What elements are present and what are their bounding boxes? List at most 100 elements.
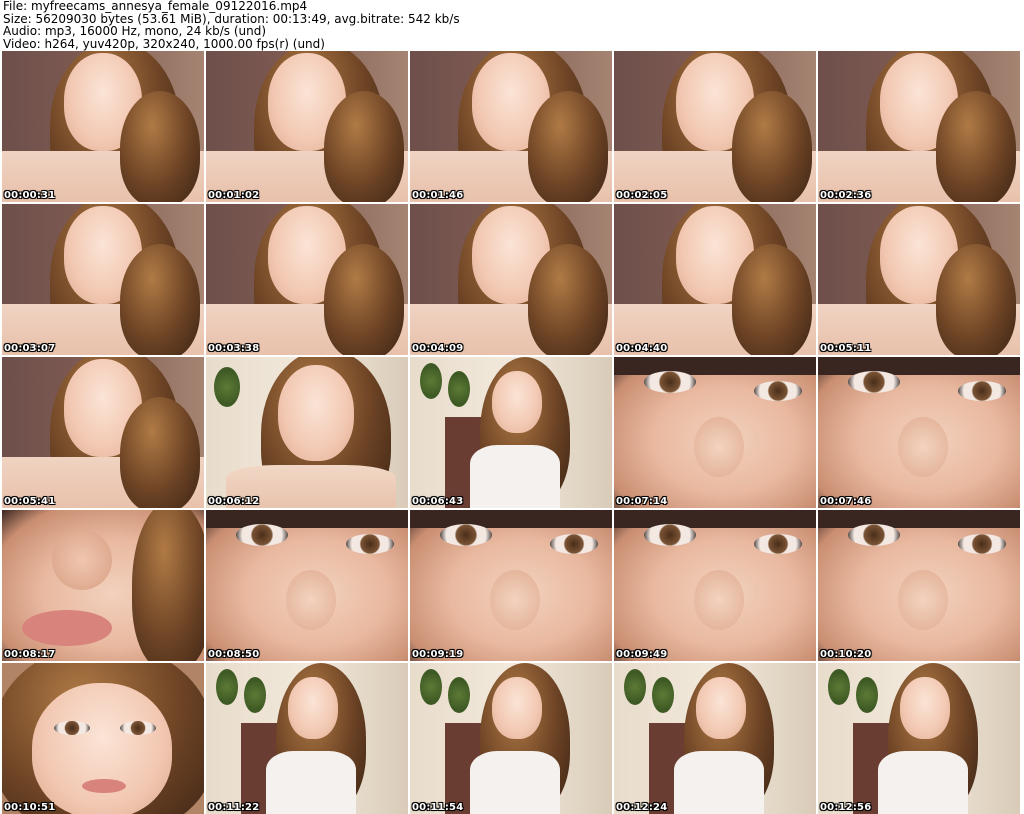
thumbnail-image-part bbox=[288, 677, 338, 739]
video-thumbnail: 00:01:02 bbox=[206, 51, 408, 202]
thumbnail-timestamp: 00:08:50 bbox=[208, 649, 260, 660]
file-name-line: File: myfreecams_annesya_female_09122016… bbox=[3, 0, 308, 13]
thumbnail-timestamp: 00:09:19 bbox=[412, 649, 464, 660]
thumbnail-grid: 00:00:31 00:01:02 00:01:46 00:02:05 00:0… bbox=[2, 51, 1020, 814]
thumbnail-image-part bbox=[440, 524, 492, 546]
thumbnail-timestamp: 00:04:09 bbox=[412, 343, 464, 354]
thumbnail-image-part bbox=[492, 371, 542, 433]
video-thumbnail: 00:02:05 bbox=[614, 51, 816, 202]
thumbnail-timestamp: 00:06:43 bbox=[412, 496, 464, 507]
file-info-header: File: myfreecams_annesya_female_09122016… bbox=[3, 0, 1021, 50]
video-thumbnail: 00:06:12 bbox=[206, 357, 408, 508]
thumbnail-image-part bbox=[828, 669, 850, 705]
thumbnail-image-part bbox=[420, 363, 442, 399]
thumbnail-timestamp: 00:10:51 bbox=[4, 802, 56, 813]
thumbnail-image-part bbox=[732, 91, 812, 202]
video-thumbnail: 00:08:50 bbox=[206, 510, 408, 661]
thumbnail-timestamp: 00:11:22 bbox=[208, 802, 260, 813]
thumbnail-image-part bbox=[448, 371, 470, 407]
thumbnail-image-part bbox=[652, 677, 674, 713]
thumbnail-image-part bbox=[936, 244, 1016, 355]
video-thumbnail: 00:11:54 bbox=[410, 663, 612, 814]
thumbnail-image-part bbox=[32, 683, 172, 814]
thumbnail-image-part bbox=[856, 677, 878, 713]
thumbnail-image-part bbox=[346, 534, 394, 554]
thumbnail-image-part bbox=[644, 371, 696, 393]
video-info-line: Video: h264, yuv420p, 320x240, 1000.00 f… bbox=[3, 36, 325, 51]
video-thumbnail: 00:09:19 bbox=[410, 510, 612, 661]
thumbnail-image-part bbox=[900, 677, 950, 739]
video-thumbnail: 00:04:09 bbox=[410, 204, 612, 355]
thumbnail-image-part bbox=[214, 367, 240, 407]
video-thumbnail: 00:00:31 bbox=[2, 51, 204, 202]
thumbnail-image-part bbox=[614, 510, 816, 528]
audio-info-line: Audio: mp3, 16000 Hz, mono, 24 kb/s (und… bbox=[3, 24, 267, 38]
thumbnail-image-part bbox=[206, 510, 408, 528]
video-thumbnail: 00:02:36 bbox=[818, 51, 1020, 202]
thumbnail-image-part bbox=[528, 244, 608, 355]
video-thumbnail: 00:09:49 bbox=[614, 510, 816, 661]
thumbnail-timestamp: 00:12:24 bbox=[616, 802, 668, 813]
thumbnail-image-part bbox=[694, 417, 744, 477]
thumbnail-timestamp: 00:02:05 bbox=[616, 190, 668, 201]
thumbnail-image-part bbox=[696, 677, 746, 739]
thumbnail-image-part bbox=[732, 244, 812, 355]
thumbnail-timestamp: 00:01:46 bbox=[412, 190, 464, 201]
thumbnail-image-part bbox=[52, 530, 112, 590]
thumbnail-timestamp: 00:07:14 bbox=[616, 496, 668, 507]
thumbnail-timestamp: 00:02:36 bbox=[820, 190, 872, 201]
thumbnail-image-part bbox=[878, 751, 968, 814]
video-thumbnail: 00:07:14 bbox=[614, 357, 816, 508]
thumbnail-image-part bbox=[694, 570, 744, 630]
thumbnail-image-part bbox=[324, 244, 404, 355]
thumbnail-image-part bbox=[448, 677, 470, 713]
thumbnail-timestamp: 00:06:12 bbox=[208, 496, 260, 507]
thumbnail-image-part bbox=[266, 751, 356, 814]
video-thumbnail: 00:08:17 bbox=[2, 510, 204, 661]
thumbnail-image-part bbox=[470, 751, 560, 814]
thumbnail-image-part bbox=[54, 721, 90, 735]
thumbnail-timestamp: 00:08:17 bbox=[4, 649, 56, 660]
thumbnail-timestamp: 00:12:56 bbox=[820, 802, 872, 813]
thumbnail-image-part bbox=[120, 721, 156, 735]
thumbnail-image-part bbox=[244, 677, 266, 713]
thumbnail-timestamp: 00:04:40 bbox=[616, 343, 668, 354]
video-thumbnail: 00:05:41 bbox=[2, 357, 204, 508]
thumbnail-timestamp: 00:03:38 bbox=[208, 343, 260, 354]
thumbnail-image-part bbox=[674, 751, 764, 814]
thumbnail-image-part bbox=[898, 570, 948, 630]
thumbnail-image-part bbox=[236, 524, 288, 546]
video-thumbnail: 00:11:22 bbox=[206, 663, 408, 814]
thumbnail-image-part bbox=[848, 371, 900, 393]
video-thumbnail: 00:12:24 bbox=[614, 663, 816, 814]
thumbnail-image-part bbox=[120, 397, 200, 508]
thumbnail-timestamp: 00:10:20 bbox=[820, 649, 872, 660]
thumbnail-image-part bbox=[420, 669, 442, 705]
thumbnail-image-part bbox=[818, 510, 1020, 528]
thumbnail-image-part bbox=[120, 91, 200, 202]
thumbnail-timestamp: 00:07:46 bbox=[820, 496, 872, 507]
video-thumbnail: 00:03:38 bbox=[206, 204, 408, 355]
thumbnail-image-part bbox=[848, 524, 900, 546]
video-thumbnail: 00:06:43 bbox=[410, 357, 612, 508]
thumbnail-image-part bbox=[614, 357, 816, 375]
video-thumbnail: 00:10:20 bbox=[818, 510, 1020, 661]
thumbnail-timestamp: 00:05:41 bbox=[4, 496, 56, 507]
video-thumbnail: 00:04:40 bbox=[614, 204, 816, 355]
video-thumbnail: 00:01:46 bbox=[410, 51, 612, 202]
thumbnail-image-part bbox=[410, 510, 612, 528]
thumbnail-image-part bbox=[898, 417, 948, 477]
thumbnail-image-part bbox=[22, 610, 112, 646]
video-thumbnail: 00:12:56 bbox=[818, 663, 1020, 814]
thumbnail-image-part bbox=[550, 534, 598, 554]
thumbnail-image-part bbox=[132, 510, 204, 661]
thumbnail-image-part bbox=[818, 357, 1020, 375]
thumbnail-image-part bbox=[958, 534, 1006, 554]
thumbnail-image-part bbox=[644, 524, 696, 546]
thumbnail-image-part bbox=[528, 91, 608, 202]
thumbnail-image-part bbox=[624, 669, 646, 705]
thumbnail-image-part bbox=[82, 779, 126, 793]
thumbnail-timestamp: 00:03:07 bbox=[4, 343, 56, 354]
thumbnail-image-part bbox=[754, 534, 802, 554]
thumbnail-image-part bbox=[470, 445, 560, 508]
